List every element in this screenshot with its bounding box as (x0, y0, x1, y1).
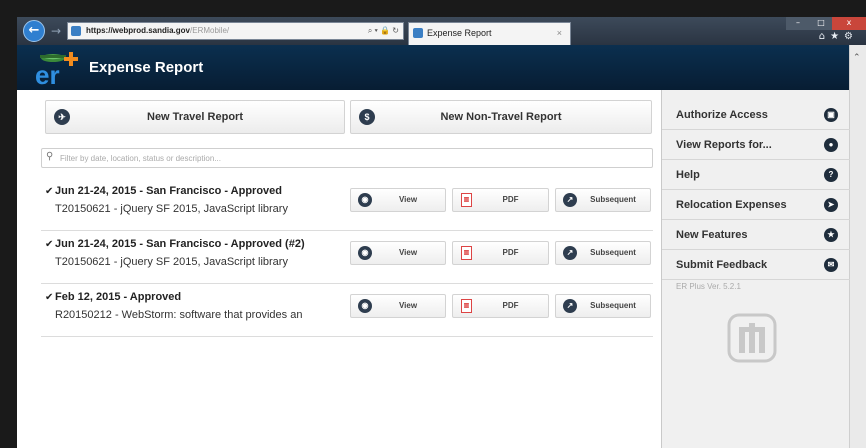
view-label: View (398, 301, 418, 310)
share-icon: ↗ (563, 246, 577, 260)
user-icon: ● (824, 138, 838, 152)
main-content: ✈ New Travel Report $ New Non-Travel Rep… (17, 90, 661, 448)
share-icon: ↗ (563, 299, 577, 313)
pdf-file-icon: ▥ (461, 299, 472, 313)
sidebar-item-view-reports-for[interactable]: View Reports for... ● (662, 130, 850, 160)
tab-close-icon[interactable]: × (557, 23, 562, 43)
lock-icon: ▣ (824, 108, 838, 122)
pdf-file-icon: ▥ (461, 193, 472, 207)
maximize-button[interactable]: □ (810, 17, 832, 30)
subsequent-label: Subsequent (590, 248, 636, 257)
report-title: Jun 21-24, 2015 - San Francisco - Approv… (55, 185, 283, 197)
subsequent-button[interactable]: ↗ Subsequent (555, 188, 651, 212)
sandia-logo-icon (727, 313, 777, 363)
new-non-travel-report-label: New Non-Travel Report (440, 111, 562, 123)
scroll-up-icon[interactable]: ⌃ (853, 53, 861, 63)
report-description: R20150212 - WebStorm: software that prov… (55, 309, 303, 321)
report-description: T20150621 - jQuery SF 2015, JavaScript l… (55, 203, 288, 215)
sidebar: Authorize Access ▣ View Reports for... ●… (661, 90, 850, 448)
sidebar-item-label: New Features (676, 229, 748, 241)
svg-text:er: er (35, 60, 60, 88)
minimize-button[interactable]: – (786, 17, 810, 30)
back-arrow-icon[interactable]: ← (23, 20, 45, 42)
arrow-right-icon: ➤ (824, 198, 838, 212)
subsequent-button[interactable]: ↗ Subsequent (555, 294, 651, 318)
new-travel-report-label: New Travel Report (147, 111, 243, 123)
browser-tab[interactable]: Expense Report × (408, 22, 571, 45)
url-host: https://webprod.sandia.gov (86, 26, 191, 35)
tab-favicon-icon (413, 28, 423, 38)
pdf-label: PDF (502, 301, 519, 310)
eye-icon: ◉ (358, 299, 372, 313)
tab-title: Expense Report (427, 28, 492, 38)
checkmark-icon: ✔ (45, 239, 54, 250)
page-scrollbar[interactable]: ⌃ (849, 45, 866, 448)
report-row: ✔ Jun 21-24, 2015 - San Francisco - Appr… (41, 231, 653, 284)
eye-icon: ◉ (358, 246, 372, 260)
address-tools[interactable]: ⌕ ▾ 🔒 ↻ (368, 23, 399, 39)
er-plus-logo-icon[interactable]: er (31, 48, 81, 88)
view-button[interactable]: ◉ View (350, 188, 446, 212)
settings-icon[interactable]: ⚙ (844, 31, 858, 42)
share-icon: ↗ (563, 193, 577, 207)
url-path: /ERMobile/ (190, 26, 230, 35)
mail-icon: ✉ (824, 258, 838, 272)
browser-chrome: ← → https://webprod.sandia.gov/ERMobile/… (17, 17, 866, 45)
sidebar-item-label: Authorize Access (676, 109, 768, 121)
sidebar-item-label: Relocation Expenses (676, 199, 787, 211)
new-non-travel-report-button[interactable]: $ New Non-Travel Report (350, 100, 652, 134)
star-icon: ★ (824, 228, 838, 242)
view-label: View (398, 248, 418, 257)
view-label: View (398, 195, 418, 204)
subsequent-button[interactable]: ↗ Subsequent (555, 241, 651, 265)
favorites-icon[interactable]: ★ (830, 31, 844, 42)
site-favicon-icon (71, 26, 81, 36)
checkmark-icon: ✔ (45, 186, 54, 197)
view-button[interactable]: ◉ View (350, 294, 446, 318)
question-icon: ? (824, 168, 838, 182)
sidebar-item-authorize-access[interactable]: Authorize Access ▣ (662, 100, 850, 130)
home-icon[interactable]: ⌂ (819, 31, 830, 42)
pdf-label: PDF (502, 195, 519, 204)
sidebar-item-label: View Reports for... (676, 139, 772, 151)
report-row: ✔ Jun 21-24, 2015 - San Francisco - Appr… (41, 178, 653, 231)
pdf-button[interactable]: ▥ PDF (452, 241, 549, 265)
version-label: ER Plus Ver. 5.2.1 (676, 282, 741, 291)
sidebar-item-new-features[interactable]: New Features ★ (662, 220, 850, 250)
new-travel-report-button[interactable]: ✈ New Travel Report (45, 100, 345, 134)
window-controls: – □ x (786, 17, 866, 31)
eye-icon: ◉ (358, 193, 372, 207)
close-window-button[interactable]: x (832, 17, 866, 30)
address-bar[interactable]: https://webprod.sandia.gov/ERMobile/ ⌕ ▾… (67, 22, 404, 40)
search-icon: ⚲ (46, 151, 54, 162)
app-title: Expense Report (89, 59, 204, 76)
pdf-label: PDF (502, 248, 519, 257)
browser-toolbar-icons: ⌂★⚙ (819, 31, 858, 42)
subsequent-label: Subsequent (590, 301, 636, 310)
sidebar-item-relocation-expenses[interactable]: Relocation Expenses ➤ (662, 190, 850, 220)
report-title: Jun 21-24, 2015 - San Francisco - Approv… (55, 238, 305, 250)
filter-box: ⚲ (41, 148, 653, 168)
sidebar-item-label: Submit Feedback (676, 259, 768, 271)
report-row: ✔ Feb 12, 2015 - Approved R20150212 - We… (41, 284, 653, 337)
sidebar-item-help[interactable]: Help ? (662, 160, 850, 190)
pdf-file-icon: ▥ (461, 246, 472, 260)
app-header: er Expense Report (17, 45, 849, 90)
forward-arrow-icon[interactable]: → (49, 23, 63, 39)
report-title: Feb 12, 2015 - Approved (55, 291, 182, 303)
report-description: T20150621 - jQuery SF 2015, JavaScript l… (55, 256, 288, 268)
pdf-button[interactable]: ▥ PDF (452, 294, 549, 318)
pdf-button[interactable]: ▥ PDF (452, 188, 549, 212)
subsequent-label: Subsequent (590, 195, 636, 204)
view-button[interactable]: ◉ View (350, 241, 446, 265)
sidebar-item-label: Help (676, 169, 700, 181)
sidebar-item-submit-feedback[interactable]: Submit Feedback ✉ (662, 250, 850, 280)
checkmark-icon: ✔ (45, 292, 54, 303)
filter-input[interactable] (60, 150, 640, 166)
